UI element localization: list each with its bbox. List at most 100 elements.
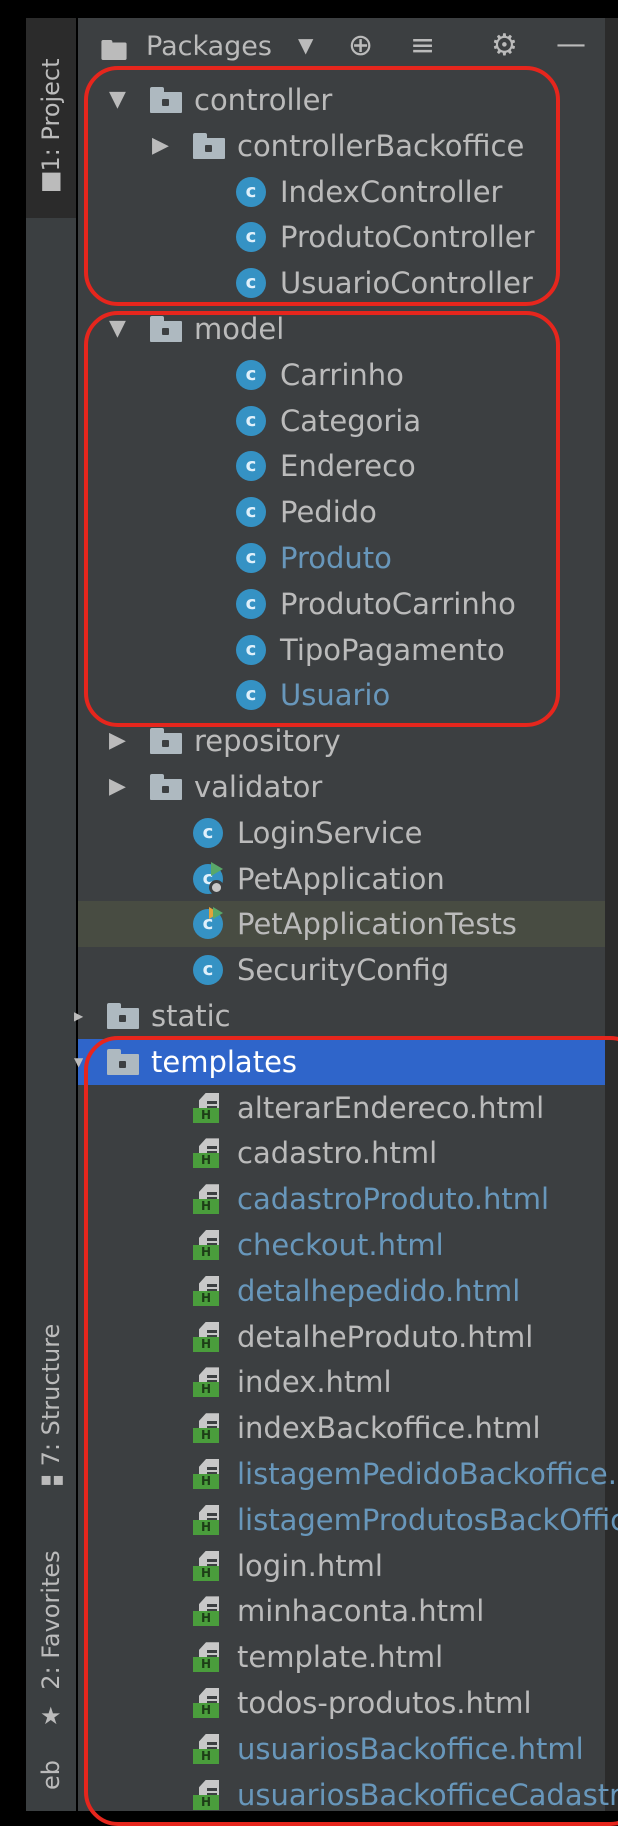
tree-row-label: templates <box>151 1044 298 1079</box>
html-file-icon: H <box>193 1688 225 1718</box>
html-file-icon: H <box>193 1092 225 1123</box>
tree-row-label: ProdutoController <box>280 220 535 255</box>
package-icon <box>150 726 182 756</box>
tree-row-label: usuariosBackoffice.html <box>237 1731 584 1766</box>
html-file-icon: H <box>193 1459 225 1489</box>
tree-row[interactable]: c TipoPagamento <box>78 627 605 673</box>
html-file-icon: H <box>193 1642 225 1673</box>
tree-row[interactable]: c Usuario <box>78 672 605 718</box>
tree-row[interactable]: ▶ static <box>74 993 605 1039</box>
html-file-icon: H <box>193 1138 225 1169</box>
tree-row[interactable]: HdetalheProduto.html <box>78 1314 605 1360</box>
tree-row-label: template.html <box>237 1640 444 1675</box>
class-icon: c <box>236 405 268 436</box>
package-icon <box>150 314 182 344</box>
crosshair-icon[interactable]: ⊕ <box>348 28 373 63</box>
class-icon: c <box>236 222 268 253</box>
tree-row[interactable]: c IndexController <box>78 169 605 215</box>
tree-row-label: ProdutoCarrinho <box>280 586 516 621</box>
tree-row[interactable]: c Pedido <box>78 489 605 535</box>
tree-row[interactable]: HalterarEndereco.html <box>78 1085 605 1131</box>
tree-row-label: Usuario <box>280 678 391 713</box>
tree-row[interactable]: HindexBackoffice.html <box>78 1405 605 1451</box>
tree-row-label: repository <box>194 724 341 759</box>
tree-row-label: validator <box>194 770 323 804</box>
tree-row[interactable]: c ProdutoController <box>78 214 605 260</box>
tree-row[interactable]: c PetApplication <box>78 856 605 902</box>
tree-row-label: PetApplication <box>237 861 445 896</box>
package-icon <box>150 772 182 802</box>
tree-row[interactable]: HlistagemProdutosBackOffice <box>78 1497 618 1543</box>
tree-row[interactable]: c SecurityConfig <box>78 947 605 993</box>
class-icon: c <box>193 955 225 986</box>
tree-row[interactable]: c Categoria <box>78 398 605 444</box>
tab-web[interactable]: eb <box>26 1755 76 1795</box>
view-selector[interactable]: Packages <box>146 31 272 62</box>
tree-row-label: listagemProdutosBackOffice <box>237 1502 618 1537</box>
tree-row[interactable]: Htemplate.html <box>78 1634 605 1680</box>
tree-row-label: UsuarioController <box>280 266 533 301</box>
tree-row[interactable]: c ProdutoCarrinho <box>78 581 605 627</box>
html-file-icon: H <box>193 1504 225 1535</box>
tree-row[interactable]: HusuariosBackoffice.html <box>78 1726 605 1772</box>
tab-structure[interactable]: 7: Structure <box>26 1300 76 1490</box>
tree-row-label: Carrinho <box>280 357 404 392</box>
tab-structure-label: 7: Structure <box>37 1323 65 1467</box>
gear-icon[interactable]: ⚙ <box>491 28 518 63</box>
tree-row[interactable]: c LoginService <box>78 810 605 856</box>
tree-row-label: alterarEndereco.html <box>237 1090 545 1125</box>
chevron-down-icon[interactable]: ▼ <box>298 33 313 57</box>
collapse-arrow-icon[interactable]: ▼ <box>109 86 126 114</box>
tab-web-label: eb <box>37 1760 65 1790</box>
tree-row[interactable]: ▼ controller <box>78 77 605 123</box>
tree-row-label: IndexController <box>280 174 503 209</box>
tree-row[interactable]: Htodos-produtos.html <box>78 1680 605 1726</box>
tree-row[interactable]: c Produto <box>78 535 605 581</box>
tree-row[interactable]: HlistagemPedidoBackoffice.ht <box>78 1451 618 1497</box>
tree-row[interactable]: Hdetalhepedido.html <box>78 1268 605 1314</box>
tree-row[interactable]: c Endereco <box>78 443 605 489</box>
expand-arrow-icon[interactable]: ▶ <box>152 132 169 160</box>
collapse-arrow-icon[interactable]: ▼ <box>109 315 126 343</box>
tree-row[interactable]: ▶ repository <box>78 718 605 764</box>
tree-row[interactable]: c UsuarioController <box>78 260 605 306</box>
tree-row[interactable]: ▼ model <box>78 306 605 352</box>
tree-row[interactable]: c PetApplicationTests <box>78 901 605 948</box>
expand-arrow-icon[interactable]: ▶ <box>74 1002 83 1030</box>
html-file-icon: H <box>193 1733 225 1764</box>
tree-row[interactable]: HcadastroProduto.html <box>78 1176 605 1222</box>
html-file-icon: H <box>193 1275 225 1306</box>
class-icon: c <box>236 268 268 299</box>
tree-row[interactable]: ▶ controllerBackoffice <box>78 123 605 169</box>
tree-row[interactable]: c Carrinho <box>78 352 605 398</box>
tree-row[interactable]: ▼ templates <box>74 1038 605 1085</box>
tree-row-label: index.html <box>237 1365 392 1400</box>
tree-row[interactable]: Hminhaconta.html <box>78 1588 605 1634</box>
html-file-icon: H <box>193 1184 225 1215</box>
collapse-all-icon[interactable]: ≡ <box>410 28 435 63</box>
tab-favorites[interactable]: 2: Favorites <box>26 1525 76 1715</box>
tree-row-label: detalhepedido.html <box>237 1273 521 1308</box>
collapse-arrow-icon[interactable]: ▼ <box>74 1048 83 1076</box>
tree-row-label: controllerBackoffice <box>237 128 525 163</box>
tab-favorites-label: 2: Favorites <box>37 1550 65 1690</box>
tree-row[interactable]: ▶ validator <box>78 764 605 810</box>
tree-row-label: Endereco <box>280 449 416 484</box>
html-file-icon: H <box>193 1550 225 1581</box>
tree-row[interactable]: Hindex.html <box>78 1359 605 1405</box>
html-file-icon: H <box>193 1596 225 1627</box>
test-class-icon: c <box>193 907 225 940</box>
html-file-icon: H <box>193 1779 225 1810</box>
package-icon <box>150 85 182 115</box>
expand-arrow-icon[interactable]: ▶ <box>109 727 126 755</box>
tree-row[interactable]: Hcheckout.html <box>78 1222 605 1268</box>
tree-row[interactable]: Hcadastro.html <box>78 1130 605 1176</box>
tree-row[interactable]: Hlogin.html <box>78 1543 605 1589</box>
expand-arrow-icon[interactable]: ▶ <box>109 773 126 801</box>
panel-toolbar: 🖿 Packages ▼ ⊕ ≡ ⚙ — <box>78 18 605 80</box>
tab-project-label: 1: Project <box>37 58 65 172</box>
folder-icon <box>107 1001 139 1031</box>
star-icon: ★ <box>40 1702 62 1730</box>
minus-icon[interactable]: — <box>556 27 586 62</box>
tree-row-label: controller <box>194 83 333 117</box>
